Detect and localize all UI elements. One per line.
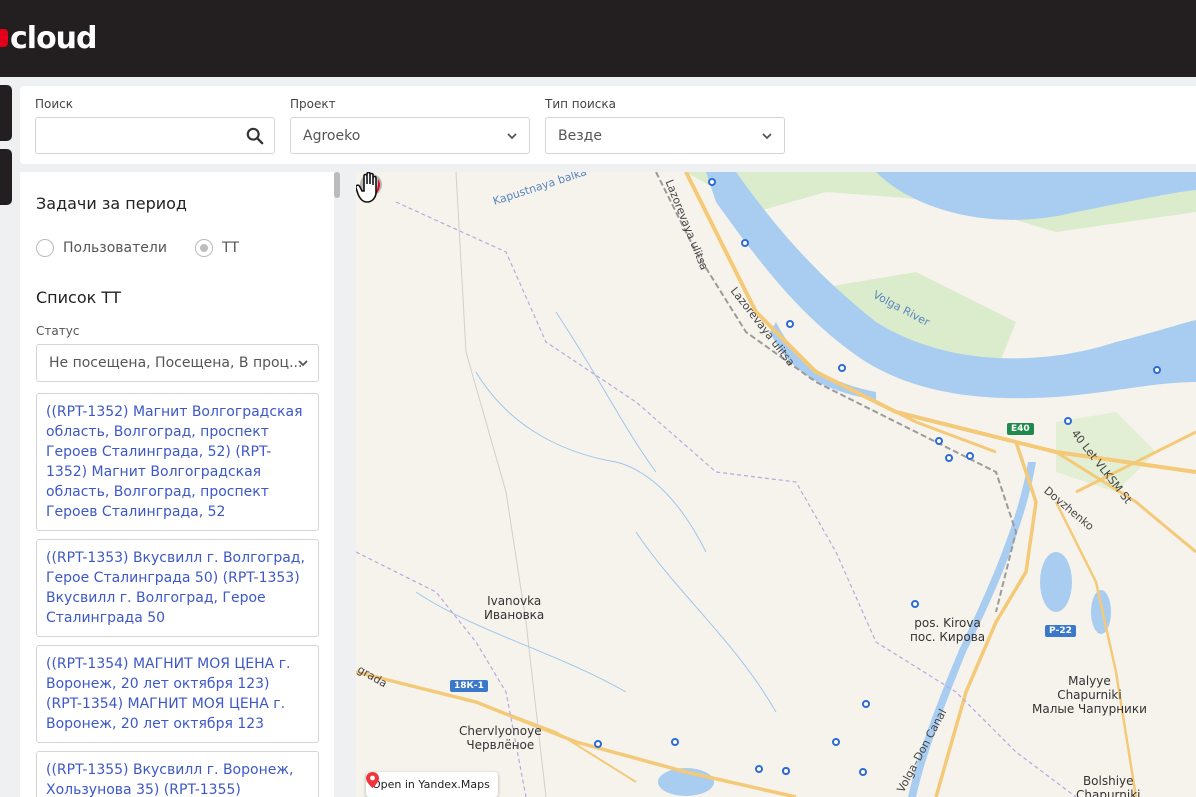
radio-users[interactable] (36, 239, 54, 257)
scrollbar-thumb[interactable] (334, 172, 340, 198)
map-label-kirova-ru: пос. Кирова (910, 630, 986, 644)
logo-mark (0, 29, 8, 47)
hand-cursor-icon (356, 172, 377, 203)
search-label: Поиск (35, 97, 74, 111)
list-item[interactable]: ((RPT-1355) Вкусвилл г. Воронеж, Хользун… (36, 751, 319, 797)
side-tab-2[interactable] (0, 149, 12, 205)
panel-scrollbar[interactable] (334, 172, 340, 797)
filter-bar: Поиск Проект Agroeko Тип поиска Везде (20, 86, 1196, 164)
search-type-select[interactable]: Везде (545, 117, 785, 154)
map-label-bolshiye: Bolshiye Chapurniki (1076, 774, 1141, 797)
chevron-down-icon (762, 133, 772, 140)
list-heading: Список ТТ (36, 288, 121, 307)
list-item[interactable]: ((RPT-1352) Магнит Волгоградская область… (36, 393, 319, 531)
open-yandex-maps-label: Open in Yandex.Maps (372, 778, 490, 791)
radio-tt-label[interactable]: ТТ (222, 240, 239, 256)
map-label-ivanovka-ru: Ивановка (484, 608, 545, 622)
map-label-malyye-en1: Malyye (1068, 674, 1111, 688)
radio-users-label[interactable]: Пользователи (63, 240, 167, 256)
chevron-down-icon (298, 360, 308, 367)
project-value: Agroeko (303, 127, 361, 144)
map-label-malyye-ru: Малые Чапурники (1032, 702, 1147, 716)
tasks-heading: Задачи за период (36, 194, 187, 213)
logo-text: cloud (10, 20, 98, 56)
status-value: Не посещена, Посещена, В проц... (49, 355, 303, 371)
project-select[interactable]: Agroeko (290, 117, 530, 154)
search-input[interactable] (48, 127, 248, 144)
app-logo[interactable]: cloud (0, 18, 98, 58)
road-tag-r22: Р-22 (1045, 625, 1076, 637)
search-type-label: Тип поиска (545, 97, 616, 111)
radio-tt[interactable] (194, 239, 213, 257)
map-label-chervlyonoye: Chervlyonoye Червлёное (459, 724, 542, 752)
list-item[interactable]: ((RPT-1354) МАГНИТ МОЯ ЦЕНА г. Воронеж, … (36, 645, 319, 743)
map-label-cherv-en: Chervlyonoye (459, 724, 542, 738)
search-icon[interactable] (246, 127, 264, 145)
search-box[interactable] (35, 117, 275, 154)
search-type-value: Везде (558, 127, 602, 144)
map-label-cherv-ru: Червлёное (466, 738, 535, 752)
map-label-bolshiye-en2: Chapurniki (1076, 788, 1141, 797)
project-label: Проект (290, 97, 336, 111)
project-group: Проект Agroeko (290, 97, 530, 154)
road-tag-18k1: 18К-1 (450, 680, 488, 692)
map-label-malyye: Malyye Chapurniki Малые Чапурники (1032, 674, 1147, 716)
search-group: Поиск (35, 97, 275, 154)
road-tag-e40: E40 (1007, 423, 1034, 435)
map-pin-icon (366, 772, 379, 788)
open-yandex-maps-link[interactable]: Open in Yandex.Maps (366, 772, 498, 797)
map-label-kirova: pos. Kirova пос. Кирова (910, 616, 985, 644)
map-label-malyye-en2: Chapurniki (1057, 688, 1122, 702)
map-label-kirova-en: pos. Kirova (914, 616, 981, 630)
map-label-ivanovka-en: Ivanovka (487, 594, 542, 608)
list-item[interactable]: ((RPT-1353) Вкусвилл г. Волгоград, Герое… (36, 539, 319, 637)
tasks-panel: Задачи за период Пользователи ТТ Список … (20, 172, 340, 797)
status-label: Статус (36, 324, 80, 338)
status-select[interactable]: Не посещена, Посещена, В проц... (36, 344, 319, 382)
side-tab-1[interactable] (0, 85, 12, 141)
top-bar: cloud (0, 0, 1196, 77)
chevron-down-icon (507, 133, 517, 140)
map-label-bolshiye-en1: Bolshiye (1082, 774, 1134, 788)
search-type-group: Тип поиска Везде (545, 97, 785, 154)
map-label-ivanovka: Ivanovka Ивановка (484, 594, 544, 622)
map-view[interactable]: Kapustnaya balka Lazorevaya ulitsa Lazor… (356, 172, 1196, 797)
radio-group: Пользователи ТТ (36, 239, 267, 257)
